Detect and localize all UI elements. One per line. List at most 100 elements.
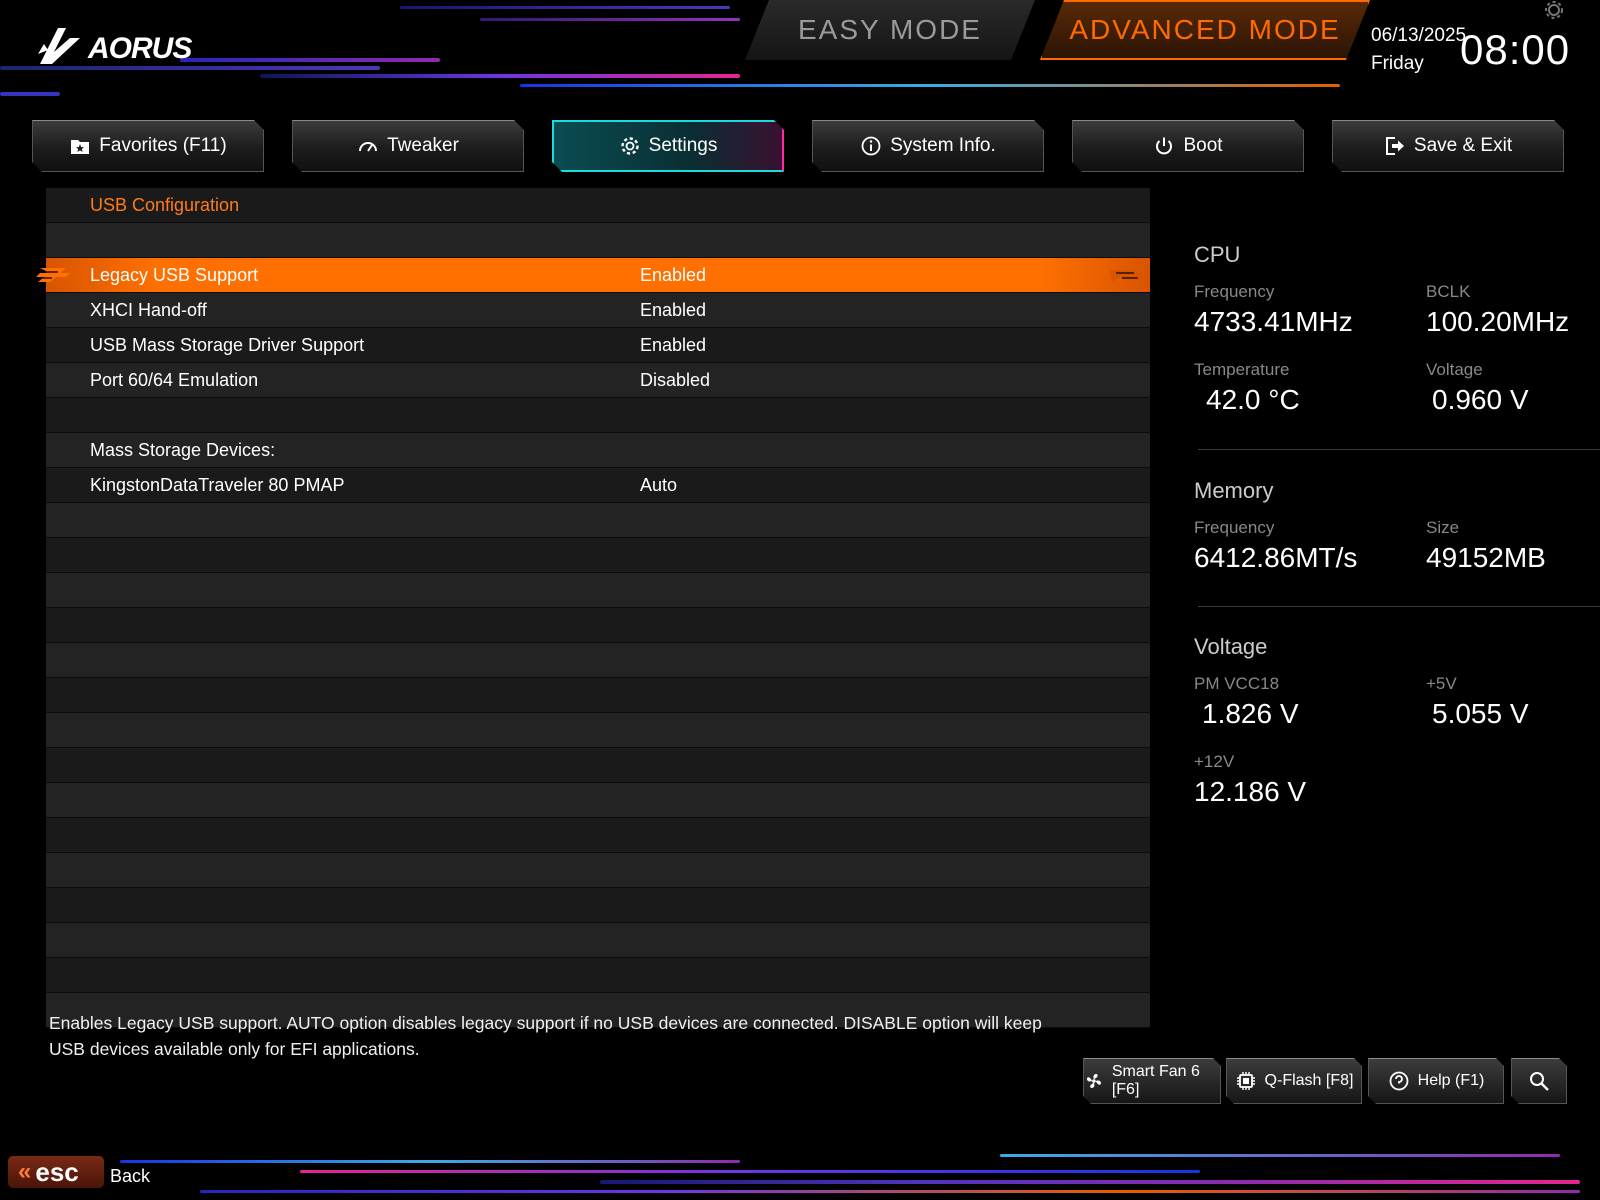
empty-row xyxy=(46,888,1150,923)
setting-row-usb-mass-storage[interactable]: USB Mass Storage Driver Support Enabled xyxy=(46,328,1150,363)
plus-5v-value: 5.055 V xyxy=(1432,698,1529,729)
settings-list: USB Configuration Legacy USB Support Ena… xyxy=(36,188,1150,1028)
exit-icon xyxy=(1384,135,1406,157)
bclk-value: 100.20MHz xyxy=(1426,306,1570,337)
search-button[interactable] xyxy=(1511,1058,1567,1104)
footer-streak xyxy=(1000,1154,1560,1157)
qflash-label: Q-Flash [F8] xyxy=(1264,1072,1354,1089)
tab-label: Save & Exit xyxy=(1413,135,1513,156)
setting-label: KingstonDataTraveler 80 PMAP xyxy=(90,474,345,495)
setting-value[interactable]: Enabled xyxy=(640,335,706,356)
tab-boot[interactable]: Boot xyxy=(1072,120,1304,172)
esc-key-button[interactable]: « esc xyxy=(8,1156,104,1188)
eagle-icon xyxy=(38,28,80,64)
footer: « esc Back xyxy=(0,1150,1600,1200)
setting-label: USB Mass Storage Driver Support xyxy=(90,334,365,355)
plus-5v-label: +5V xyxy=(1426,674,1457,693)
selection-marker-left xyxy=(36,268,70,282)
divider xyxy=(1198,449,1600,450)
tab-label: Boot xyxy=(1183,135,1223,156)
plus-12v-value: 12.186 V xyxy=(1194,776,1307,807)
clock: 08:00 xyxy=(1460,26,1571,73)
footer-streak xyxy=(300,1170,1200,1173)
tab-settings[interactable]: Settings xyxy=(552,120,784,172)
aorus-logo: AORUS xyxy=(36,24,192,70)
empty-row xyxy=(46,573,1150,608)
smart-fan-button[interactable]: Smart Fan 6 [F6] xyxy=(1083,1058,1221,1104)
setting-label: Legacy USB Support xyxy=(90,264,259,285)
cpu-frequency-label: Frequency xyxy=(1194,282,1275,301)
memory-size-label: Size xyxy=(1426,518,1460,537)
esc-label: esc xyxy=(35,1156,79,1187)
fan-icon xyxy=(1084,1070,1104,1092)
setting-row-legacy-usb-support[interactable]: Legacy USB Support Enabled xyxy=(36,258,1150,293)
empty-row xyxy=(46,818,1150,853)
setting-value[interactable]: Disabled xyxy=(640,370,710,391)
easy-mode-button[interactable]: EASY MODE xyxy=(745,0,1035,60)
bclk-label: BCLK xyxy=(1426,282,1471,301)
header-streak xyxy=(180,58,440,62)
cpu-temperature-value: 42.0 °C xyxy=(1206,384,1300,415)
empty-row xyxy=(46,958,1150,993)
setting-label: Mass Storage Devices: xyxy=(90,439,276,460)
section-header: USB Configuration xyxy=(46,188,1150,223)
memory-frequency-label: Frequency xyxy=(1194,518,1275,537)
setting-label: Port 60/64 Emulation xyxy=(90,369,259,390)
tab-save-exit[interactable]: Save & Exit xyxy=(1332,120,1564,172)
setting-value[interactable]: Enabled xyxy=(640,265,706,286)
setting-row-kingston-device[interactable]: KingstonDataTraveler 80 PMAP Auto xyxy=(46,468,1150,503)
setting-row-port-emulation[interactable]: Port 60/64 Emulation Disabled xyxy=(46,363,1150,398)
logo-text: AORUS xyxy=(88,32,192,65)
setting-value[interactable]: Auto xyxy=(640,475,677,496)
selection-marker-right xyxy=(1110,270,1142,282)
setting-value[interactable]: Enabled xyxy=(640,300,706,321)
help-icon xyxy=(1388,1070,1410,1092)
settings-gear-icon[interactable] xyxy=(1544,0,1564,20)
header-streak xyxy=(480,18,740,21)
setting-label: XHCI Hand-off xyxy=(90,299,207,320)
pm-vcc18-value: 1.826 V xyxy=(1202,698,1299,729)
gear-icon xyxy=(619,135,641,157)
tab-label: Tweaker xyxy=(387,135,459,156)
header-streak xyxy=(260,74,740,78)
memory-title: Memory xyxy=(1194,478,1274,503)
empty-row xyxy=(46,608,1150,643)
tab-favorites[interactable]: Favorites (F11) xyxy=(32,120,264,172)
date-display: 06/13/2025 Friday xyxy=(1371,22,1466,78)
footer-streak xyxy=(120,1160,740,1163)
info-icon xyxy=(860,135,882,157)
cpu-temperature-label: Temperature xyxy=(1194,360,1290,379)
tab-system-info[interactable]: System Info. xyxy=(812,120,1044,172)
back-label: Back xyxy=(110,1166,151,1186)
footer-streak xyxy=(600,1180,1580,1184)
cpu-title: CPU xyxy=(1194,242,1241,267)
smart-fan-label: Smart Fan 6 [F6] xyxy=(1111,1063,1200,1098)
mass-storage-header: Mass Storage Devices: xyxy=(46,433,1150,468)
empty-row xyxy=(46,643,1150,678)
search-icon xyxy=(1528,1070,1550,1092)
qflash-button[interactable]: Q-Flash [F8] xyxy=(1226,1058,1362,1104)
chip-icon xyxy=(1235,1070,1257,1092)
tab-label: Settings xyxy=(648,135,718,156)
section-title: USB Configuration xyxy=(90,194,240,215)
cpu-frequency-value: 4733.41MHz xyxy=(1194,306,1353,337)
header-streak xyxy=(400,6,730,9)
help-button[interactable]: Help (F1) xyxy=(1368,1058,1504,1104)
empty-row xyxy=(46,678,1150,713)
tab-tweaker[interactable]: Tweaker xyxy=(292,120,524,172)
empty-row xyxy=(46,853,1150,888)
plus-12v-label: +12V xyxy=(1194,752,1235,771)
star-folder-icon xyxy=(69,135,91,157)
date-text: 06/13/2025 xyxy=(1371,25,1467,46)
memory-frequency-value: 6412.86MT/s xyxy=(1194,542,1358,573)
empty-row xyxy=(46,783,1150,818)
day-text: Friday xyxy=(1371,53,1424,74)
empty-row xyxy=(46,398,1150,433)
advanced-mode-button[interactable]: ADVANCED MODE xyxy=(1040,0,1370,60)
empty-row xyxy=(46,713,1150,748)
setting-row-xhci-hand-off[interactable]: XHCI Hand-off Enabled xyxy=(46,293,1150,328)
cpu-voltage-label: Voltage xyxy=(1426,360,1483,379)
empty-row xyxy=(46,503,1150,538)
tab-label: Favorites (F11) xyxy=(99,135,227,156)
empty-row xyxy=(46,223,1150,258)
